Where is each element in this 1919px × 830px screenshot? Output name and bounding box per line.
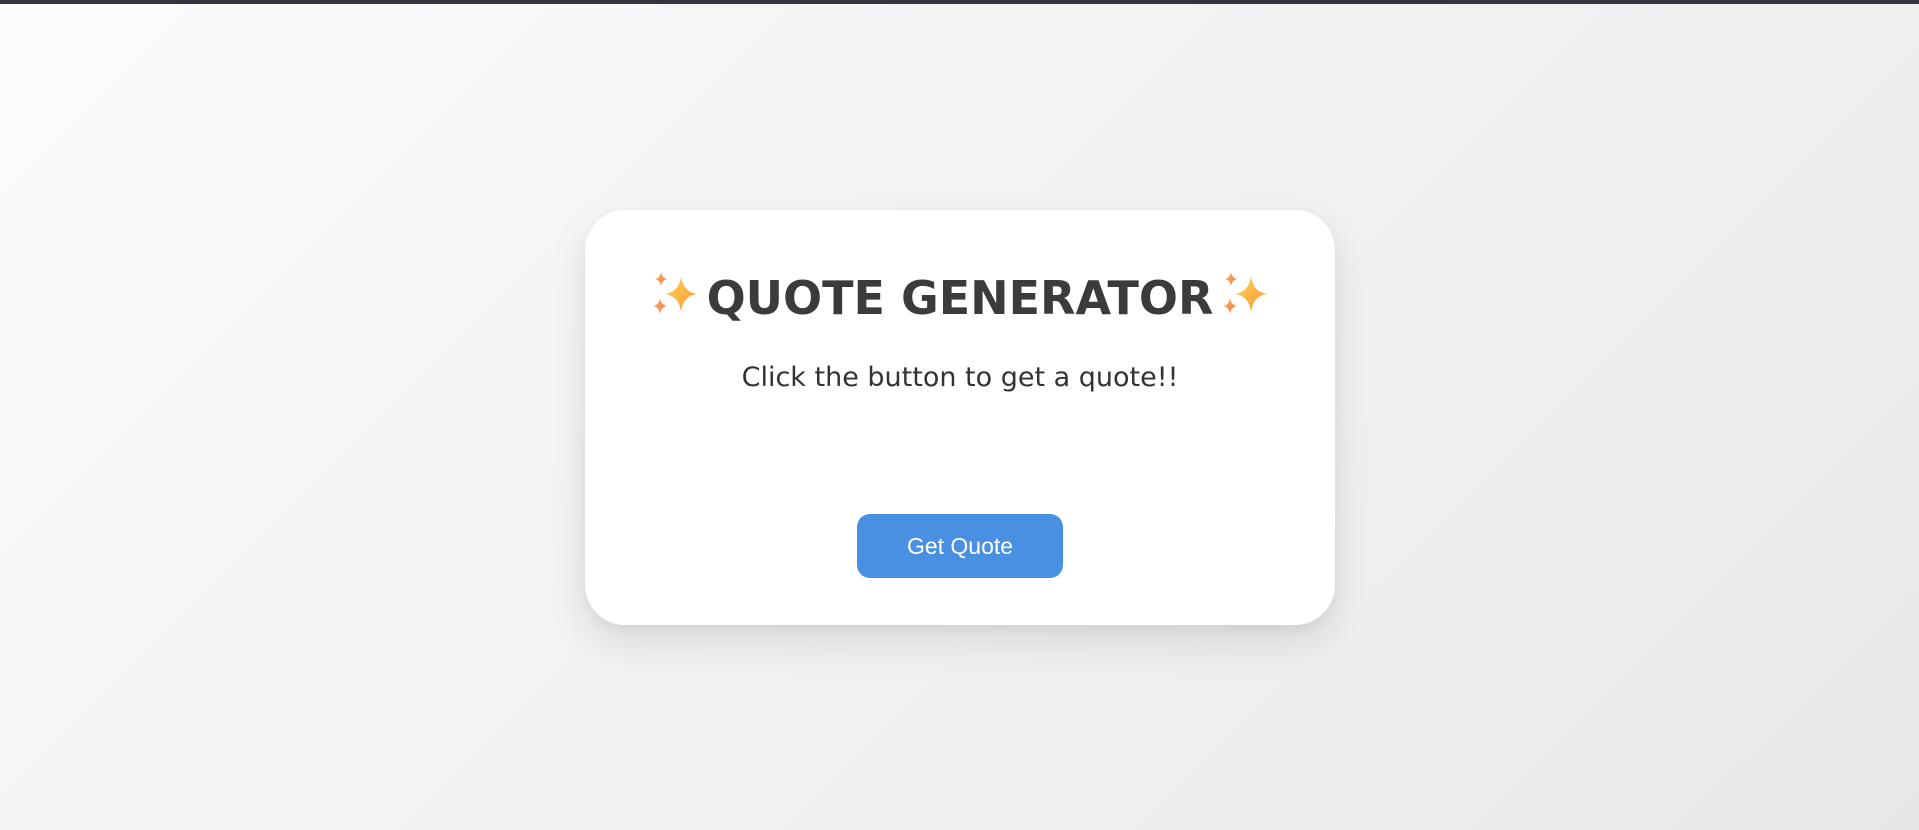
sparkles-icon [1223,271,1268,314]
get-quote-button[interactable]: Get Quote [857,514,1063,578]
page-title-row: QUOTE GENERATOR [585,264,1335,328]
browser-top-bar [0,0,1919,4]
quote-text: Click the button to get a quote!! [741,362,1179,393]
quote-card: QUOTE GENERATOR Click the button to get … [585,210,1335,625]
sparkles-icon [652,271,697,314]
page-title: QUOTE GENERATOR [706,270,1214,325]
